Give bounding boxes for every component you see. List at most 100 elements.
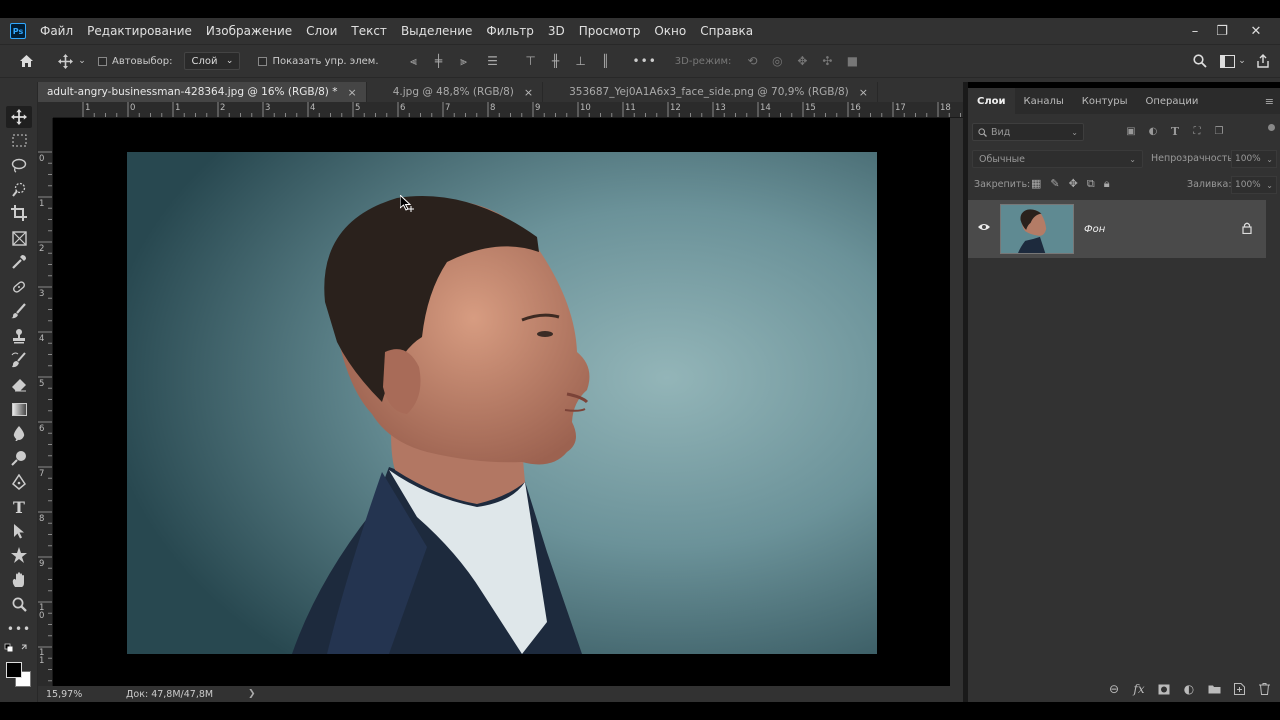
share-icon[interactable]	[1254, 54, 1272, 68]
restore-button[interactable]: ❐	[1207, 18, 1237, 44]
autoselect-target-select[interactable]: Слой ⌄	[184, 52, 241, 70]
foreground-color-swatch[interactable]	[6, 662, 22, 678]
menu-filter[interactable]: Фильтр	[486, 24, 533, 38]
close-icon[interactable]: ×	[524, 86, 533, 99]
eraser-tool-icon[interactable]	[6, 373, 32, 395]
blend-mode-select[interactable]: Обычные ⌄	[972, 150, 1143, 168]
distribute-vertical-icon[interactable]: ☰	[486, 54, 500, 68]
dodge-tool-icon[interactable]	[6, 447, 32, 469]
eye-icon[interactable]	[977, 222, 991, 234]
tab-layers[interactable]: Слои	[968, 88, 1015, 114]
horizontal-ruler[interactable]: 1 0 1 2 3 4 5 6 7 8 9 10 11 12 13 14 15 …	[53, 102, 963, 118]
fill-field[interactable]: 100% ⌄	[1231, 176, 1277, 194]
home-icon[interactable]	[14, 54, 38, 68]
mask-icon[interactable]	[1156, 681, 1172, 697]
tab-paths[interactable]: Контуры	[1073, 88, 1137, 114]
document-image[interactable]	[127, 152, 877, 654]
history-brush-tool-icon[interactable]	[6, 349, 32, 371]
menu-edit[interactable]: Редактирование	[87, 24, 192, 38]
autoselect-checkbox[interactable]	[98, 56, 107, 66]
hand-tool-icon[interactable]	[6, 569, 32, 591]
tab-document-2[interactable]: 4.jpg @ 48,8% (RGB/8) ×	[367, 82, 544, 102]
vertical-ruler[interactable]: 0 1 2 3 4 5 6 7 8 9 1 0 1 1	[38, 118, 53, 686]
filter-shape-icon[interactable]: ⛶	[1191, 125, 1203, 137]
align-horizontal-center-icon[interactable]: ╪	[432, 54, 446, 68]
lock-artboard-icon[interactable]: ⧉	[1087, 177, 1095, 191]
3d-slide-icon[interactable]: ✣	[820, 54, 834, 68]
menu-help[interactable]: Справка	[700, 24, 753, 38]
eyedropper-tool-icon[interactable]	[6, 251, 32, 273]
search-icon[interactable]	[1190, 54, 1210, 68]
canvas-area[interactable]	[53, 118, 950, 686]
3d-scale-icon[interactable]: ■	[845, 54, 859, 68]
color-swatches[interactable]	[5, 661, 33, 687]
frame-tool-icon[interactable]	[6, 227, 32, 249]
panel-menu-icon[interactable]: ≡	[1265, 95, 1274, 108]
lock-icon[interactable]	[1242, 222, 1252, 237]
layer-filter-select[interactable]: Вид ⌄	[972, 123, 1084, 141]
edit-toolbar-icon[interactable]: •••	[6, 618, 32, 640]
lock-all-icon[interactable]: 🔒︎	[1104, 177, 1110, 191]
opacity-field[interactable]: 100% ⌄	[1231, 150, 1277, 168]
layer-row[interactable]: Фон	[968, 200, 1266, 258]
marquee-tool-icon[interactable]	[6, 129, 32, 151]
new-layer-icon[interactable]	[1231, 681, 1247, 697]
brush-tool-icon[interactable]	[6, 300, 32, 322]
type-tool-icon[interactable]: T	[6, 496, 32, 518]
zoom-tool-icon[interactable]	[6, 593, 32, 615]
menu-window[interactable]: Окно	[654, 24, 686, 38]
menu-3d[interactable]: 3D	[548, 24, 565, 38]
menu-select[interactable]: Выделение	[401, 24, 472, 38]
lock-position-icon[interactable]: ✥	[1069, 177, 1078, 191]
adjustment-icon[interactable]: ◐	[1181, 681, 1197, 697]
link-icon[interactable]: ⊖	[1106, 681, 1122, 697]
filter-adjustment-icon[interactable]: ◐	[1147, 125, 1159, 137]
filter-toggle[interactable]	[1268, 124, 1275, 131]
menu-file[interactable]: Файл	[40, 24, 73, 38]
zoom-level[interactable]: 15,97%	[46, 689, 126, 700]
tab-document-1[interactable]: adult-angry-businessman-428364.jpg @ 16%…	[38, 82, 367, 102]
menu-view[interactable]: Просмотр	[579, 24, 641, 38]
align-bottom-icon[interactable]: ⊥	[574, 54, 588, 68]
align-left-icon[interactable]: ⫷	[407, 54, 421, 68]
layer-name[interactable]: Фон	[1084, 224, 1105, 235]
menu-layers[interactable]: Слои	[306, 24, 337, 38]
3d-pan-icon[interactable]: ✥	[795, 54, 809, 68]
close-window-button[interactable]: ✕	[1241, 18, 1271, 44]
menu-image[interactable]: Изображение	[206, 24, 292, 38]
lasso-tool-icon[interactable]	[6, 154, 32, 176]
close-icon[interactable]: ×	[859, 86, 868, 99]
trash-icon[interactable]	[1256, 681, 1272, 697]
close-icon[interactable]: ×	[348, 86, 357, 99]
tab-actions[interactable]: Операции	[1136, 88, 1207, 114]
minimize-button[interactable]: –	[1180, 18, 1210, 44]
gradient-tool-icon[interactable]	[6, 398, 32, 420]
chevron-down-icon[interactable]: ⌄	[1236, 56, 1248, 66]
3d-roll-icon[interactable]: ◎	[770, 54, 784, 68]
filter-pixel-icon[interactable]: ▣	[1125, 125, 1137, 137]
fx-icon[interactable]: fx	[1131, 681, 1147, 697]
distribute-horizontal-icon[interactable]: ║	[599, 54, 613, 68]
pen-tool-icon[interactable]	[6, 471, 32, 493]
menu-type[interactable]: Текст	[351, 24, 387, 38]
show-transform-controls-checkbox[interactable]	[258, 56, 268, 66]
quick-selection-tool-icon[interactable]	[6, 178, 32, 200]
align-top-icon[interactable]: ⊤	[524, 54, 538, 68]
align-vertical-center-icon[interactable]: ╫	[549, 54, 563, 68]
default-colors-icon[interactable]	[4, 641, 32, 655]
3d-orbit-icon[interactable]: ⟲	[745, 54, 759, 68]
lock-image-icon[interactable]: ✎	[1050, 177, 1059, 191]
chevron-down-icon[interactable]: ⌄	[77, 56, 87, 66]
lock-transparent-icon[interactable]: ▦	[1031, 177, 1041, 191]
group-icon[interactable]	[1206, 681, 1222, 697]
align-right-icon[interactable]: ⫸	[457, 54, 471, 68]
layer-thumbnail[interactable]	[1000, 204, 1074, 254]
clone-stamp-tool-icon[interactable]	[6, 325, 32, 347]
filter-type-icon[interactable]: T	[1169, 125, 1181, 138]
blur-tool-icon[interactable]	[6, 422, 32, 444]
workspace-icon[interactable]	[1218, 54, 1236, 68]
healing-brush-tool-icon[interactable]	[6, 276, 32, 298]
filter-smart-object-icon[interactable]: ❐	[1213, 125, 1225, 137]
move-tool-preset-icon[interactable]	[55, 53, 75, 69]
tab-document-3[interactable]: 353687_Yej0A1A6x3_face_side.png @ 70,9% …	[543, 82, 878, 102]
